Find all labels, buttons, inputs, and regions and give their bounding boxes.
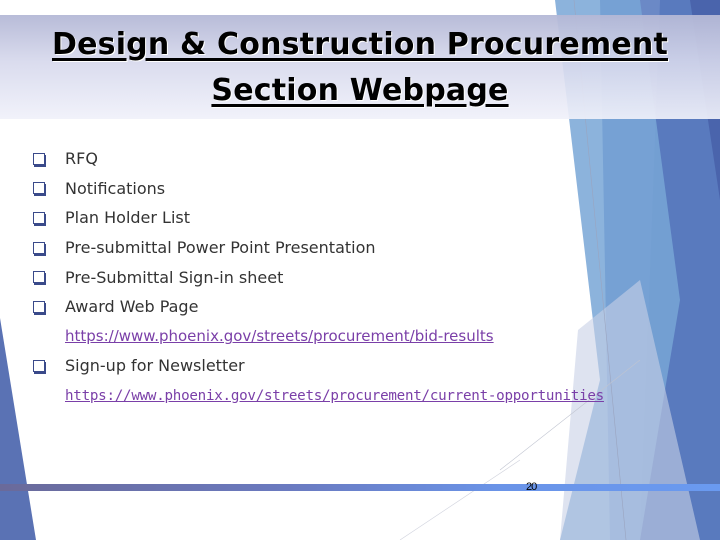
list-item: Plan Holder List [28, 203, 688, 233]
checkbox-icon [33, 152, 45, 165]
title-line-2: Section Webpage [211, 73, 509, 108]
list-item-label: Pre-submittal Power Point Presentation [65, 238, 376, 258]
checkbox-icon [33, 211, 45, 224]
slide: Design & Construction Procurement Sectio… [0, 0, 720, 540]
newsletter-link-row: https://www.phoenix.gov/streets/procurem… [28, 381, 688, 411]
list-item: RFQ [28, 144, 688, 174]
checkbox-icon [33, 241, 45, 254]
list-item-label: Pre-Submittal Sign-in sheet [65, 267, 284, 287]
list-item-label: Notifications [65, 178, 166, 198]
checkbox-icon [33, 300, 45, 313]
list-item-label: Plan Holder List [65, 208, 191, 228]
list-item: Sign-up for Newsletter [28, 351, 688, 381]
footer-bar [0, 484, 720, 491]
slide-title: Design & Construction Procurement Sectio… [0, 22, 720, 114]
list-item: Pre-submittal Power Point Presentation [28, 233, 688, 263]
title-line-1: Design & Construction Procurement [51, 27, 668, 62]
newsletter-label: Sign-up for Newsletter [65, 356, 245, 376]
award-web-page-link[interactable]: https://www.phoenix.gov/streets/procurem… [65, 327, 494, 345]
newsletter-link[interactable]: https://www.phoenix.gov/streets/procurem… [65, 388, 604, 404]
list-item-label: RFQ [65, 149, 98, 169]
checkbox-icon [33, 271, 45, 284]
list-item: Notifications [28, 174, 688, 204]
award-link-row: https://www.phoenix.gov/streets/procurem… [28, 322, 688, 352]
list-item: Award Web Page [28, 292, 688, 322]
list-item-label: Award Web Page [65, 297, 199, 317]
bullet-list: RFQ Notifications Plan Holder List Pre-s… [28, 144, 688, 410]
deco-thin-line-diagonal-2 [399, 459, 521, 540]
checkbox-icon [33, 359, 45, 372]
checkbox-icon [33, 182, 45, 195]
list-item: Pre-Submittal Sign-in sheet [28, 262, 688, 292]
page-number: 20 [526, 481, 537, 493]
